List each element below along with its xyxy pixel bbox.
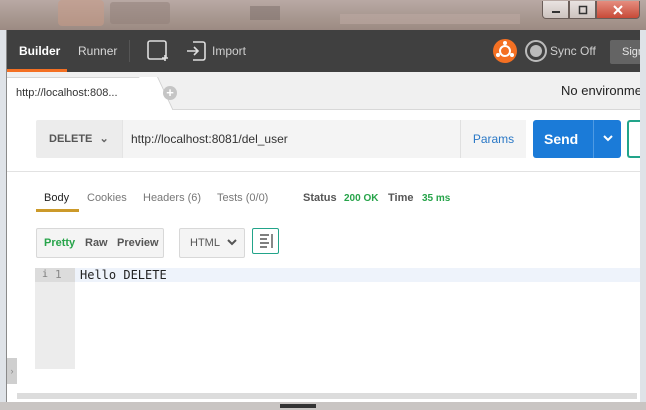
params-button[interactable]: Params — [460, 120, 526, 158]
format-toggle-group: Pretty Raw Preview — [36, 228, 164, 258]
response-body-editor[interactable]: i 1 Hello DELETE — [35, 268, 640, 369]
wrap-lines-button[interactable] — [252, 228, 279, 254]
language-label: HTML — [190, 237, 220, 249]
close-icon — [613, 4, 623, 15]
add-tab-button[interactable]: + — [163, 86, 177, 100]
send-button[interactable]: Send — [533, 120, 593, 158]
tab-cookies[interactable]: Cookies — [87, 192, 127, 204]
save-button[interactable] — [627, 120, 640, 158]
environment-selector[interactable]: No environme — [561, 72, 640, 110]
background-blur — [110, 2, 170, 24]
toolbar-divider — [129, 40, 130, 62]
chevron-down-icon: ⌄ — [99, 133, 109, 145]
request-tab-label: http://localhost:808... — [16, 87, 118, 99]
background-blur — [340, 14, 520, 24]
active-response-tab-indicator — [36, 209, 79, 212]
runner-tab[interactable]: Runner — [78, 30, 117, 72]
wrap-lines-icon — [260, 234, 273, 248]
time-label: Time — [388, 192, 414, 204]
sign-in-button[interactable]: Sign — [610, 40, 640, 64]
sync-status[interactable]: Sync Off — [550, 30, 596, 72]
chevron-down-icon — [602, 135, 613, 142]
request-tab[interactable]: http://localhost:808... — [7, 77, 157, 111]
import-button[interactable]: Import — [212, 30, 246, 72]
minimize-icon — [551, 10, 560, 13]
taskbar-item — [280, 404, 316, 408]
method-label: DELETE — [49, 133, 93, 145]
maximize-icon — [578, 5, 587, 14]
tab-tests[interactable]: Tests (0/0) — [217, 192, 268, 204]
response-view-controls: Pretty Raw Preview HTML — [7, 226, 640, 260]
format-preview[interactable]: Preview — [117, 229, 159, 257]
send-options-button[interactable] — [593, 120, 621, 158]
time-value: 35 ms — [422, 193, 451, 204]
top-toolbar: Builder Runner Import Sync Off Sign — [7, 30, 640, 72]
postman-app: Builder Runner Import Sync Off Sign h — [6, 30, 640, 402]
status-label: Status — [303, 192, 337, 204]
url-input[interactable]: http://localhost:8081/del_user — [122, 120, 460, 158]
builder-tab[interactable]: Builder — [19, 30, 60, 72]
tab-headers[interactable]: Headers (6) — [143, 192, 201, 204]
new-window-icon[interactable] — [147, 40, 173, 62]
format-pretty[interactable]: Pretty — [44, 229, 75, 257]
language-select[interactable]: HTML — [179, 228, 245, 258]
tab-body[interactable]: Body — [44, 192, 69, 204]
chevron-down-icon — [226, 239, 237, 246]
request-tab-strip: http://localhost:808... + No environme — [7, 72, 640, 111]
maximize-button[interactable] — [569, 1, 596, 19]
format-raw[interactable]: Raw — [85, 229, 108, 257]
request-bar: DELETE ⌄ http://localhost:8081/del_user … — [7, 110, 640, 172]
close-button[interactable] — [596, 1, 640, 19]
sidebar-toggle-handle[interactable]: › — [7, 358, 17, 384]
sync-icon[interactable] — [524, 39, 548, 63]
window-controls — [542, 1, 640, 19]
taskbar-strip — [0, 402, 646, 410]
response-body-line: Hello DELETE — [80, 268, 167, 282]
response-tabs: Body Cookies Headers (6) Tests (0/0) Sta… — [7, 172, 640, 212]
background-blur — [250, 6, 280, 20]
window-titlebar — [0, 0, 646, 30]
fold-marker[interactable]: i — [42, 268, 48, 282]
line-number: 1 — [55, 268, 62, 281]
method-select[interactable]: DELETE ⌄ — [36, 120, 122, 158]
interceptor-icon[interactable] — [493, 39, 517, 63]
background-blur — [58, 0, 104, 26]
minimize-button[interactable] — [542, 1, 569, 19]
horizontal-scrollbar[interactable] — [17, 393, 637, 399]
import-icon[interactable] — [185, 40, 207, 62]
line-number-gutter — [35, 268, 75, 369]
status-value: 200 OK — [344, 193, 379, 204]
